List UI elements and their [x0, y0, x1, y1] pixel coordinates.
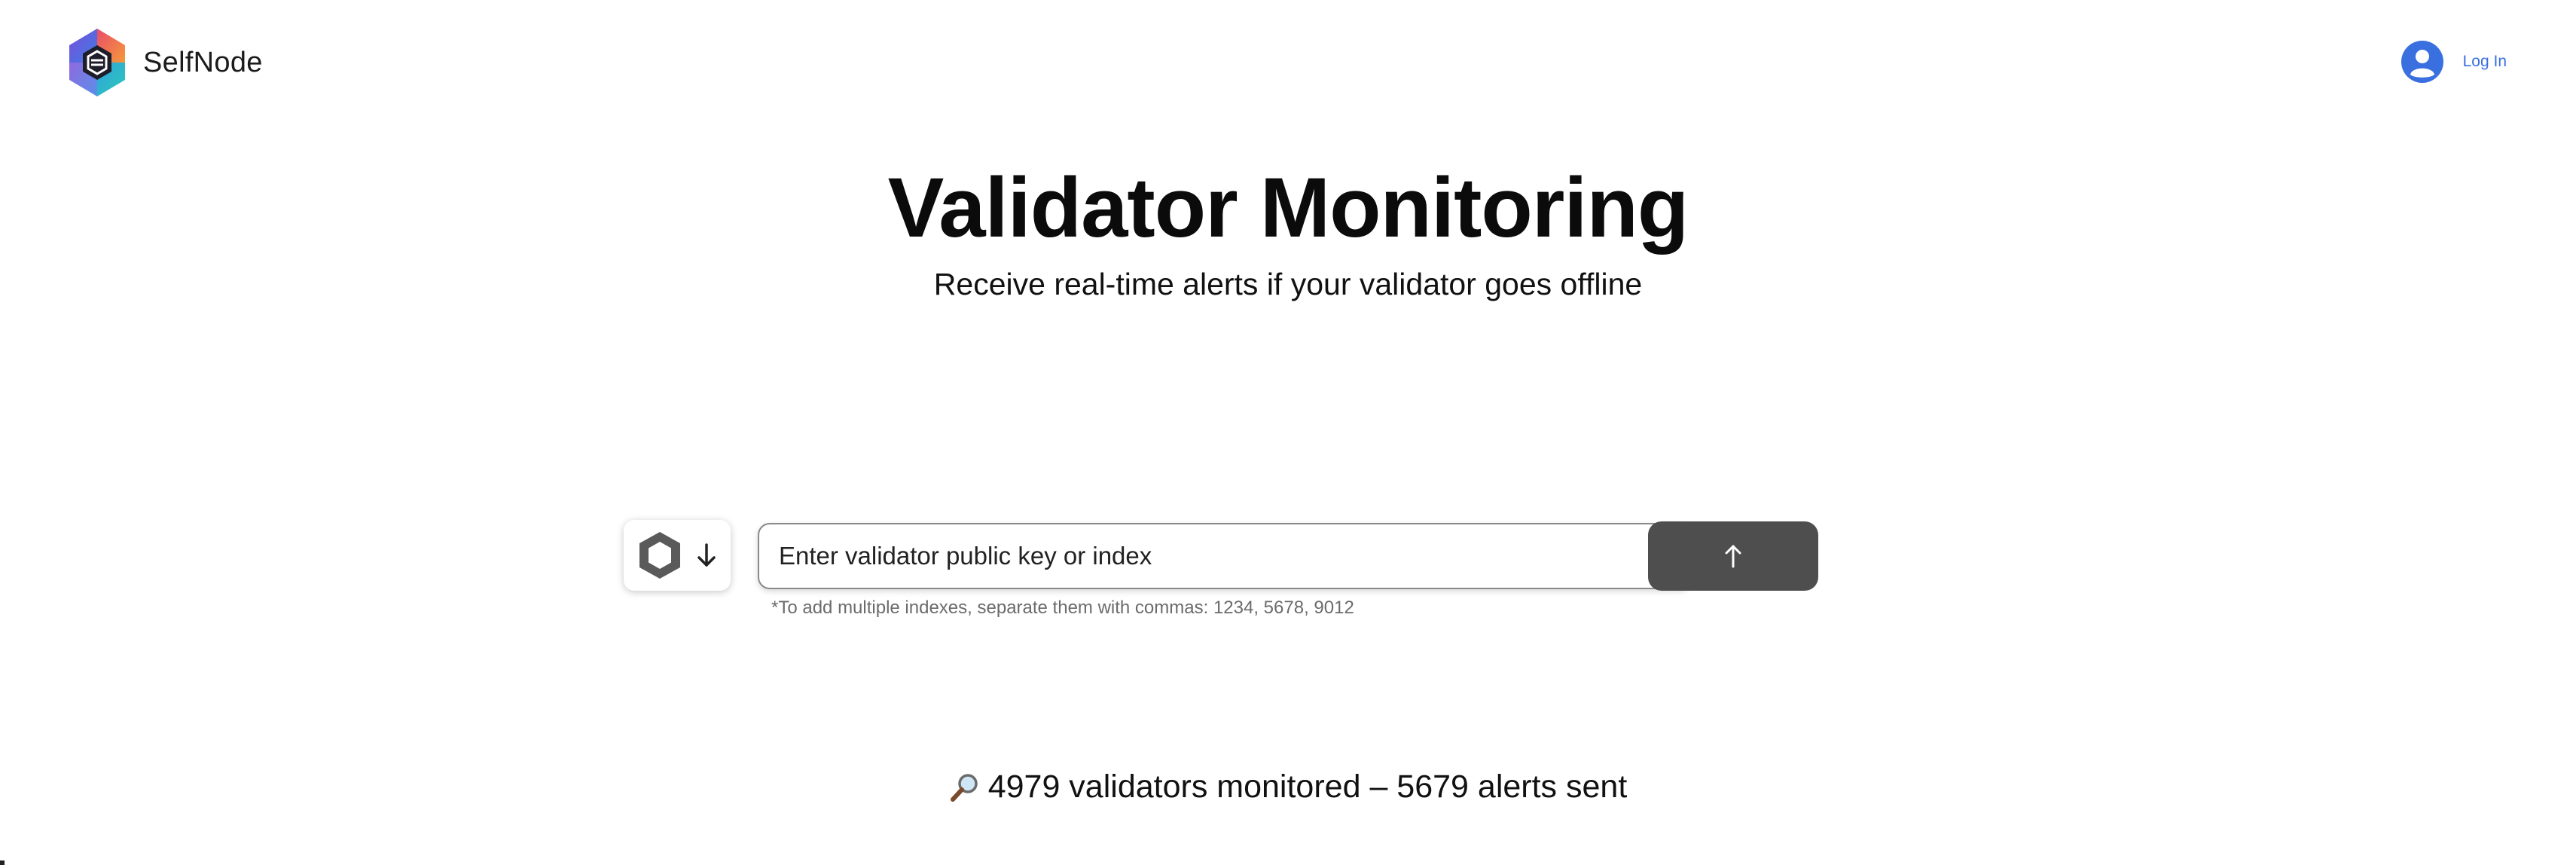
- brand[interactable]: SelfNode: [69, 29, 263, 96]
- validator-input[interactable]: [758, 523, 1692, 589]
- corner-mark: [0, 860, 5, 865]
- arrow-down-icon: [697, 543, 716, 567]
- hexagon-chain-icon: [639, 532, 680, 579]
- login-label: Log In: [2462, 53, 2507, 70]
- arrow-up-icon: [1725, 545, 1741, 568]
- search-field-wrapper: [758, 523, 1692, 589]
- input-hint: *To add multiple indexes, separate them …: [771, 598, 1354, 618]
- page-subtitle: Receive real-time alerts if your validat…: [933, 267, 1643, 301]
- stats-line: 4979 validators monitored – 5679 alerts …: [0, 769, 2576, 805]
- page: SelfNode Log In Validator Monitoring Rec…: [0, 0, 2576, 865]
- stats-text: 4979 validators monitored – 5679 alerts …: [987, 769, 1628, 805]
- chain-selector[interactable]: [624, 520, 731, 591]
- user-avatar-icon: [2401, 41, 2443, 83]
- page-title: Validator Monitoring: [887, 160, 1689, 255]
- brand-name: SelfNode: [143, 46, 263, 78]
- selfnode-logo-icon: [69, 29, 125, 96]
- submit-button[interactable]: [1648, 521, 1818, 591]
- login-button[interactable]: Log In: [2401, 41, 2507, 83]
- magnifying-glass-icon: [950, 773, 978, 802]
